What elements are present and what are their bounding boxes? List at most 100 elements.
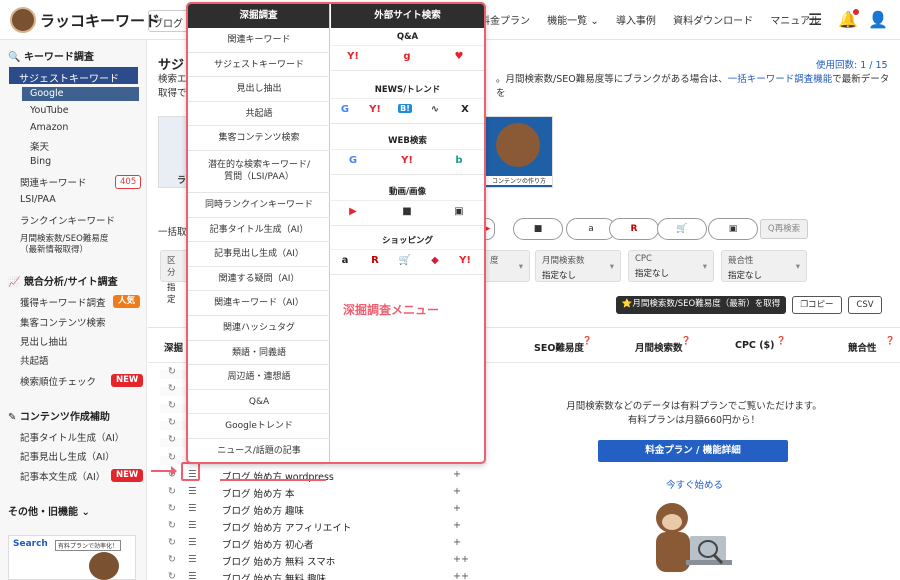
deep-dig-menu-icon[interactable]: ☰: [188, 537, 197, 548]
sidebar-item-content-search[interactable]: 集客コンテンツ検索: [20, 315, 106, 329]
header-search-input[interactable]: ブログ 始: [148, 10, 190, 32]
rescan-icon[interactable]: ↻: [168, 400, 176, 411]
keyword-link[interactable]: ブログ 始め方 アフィリエイト: [222, 520, 351, 534]
nav-features[interactable]: 機能一覧 ⌄: [547, 16, 599, 27]
sidebar-banner[interactable]: Search 有料プランで効率化！: [8, 535, 136, 580]
filter-difficulty[interactable]: 度 ▾: [483, 250, 530, 282]
deep-dig-item[interactable]: 集客コンテンツ検索: [188, 126, 330, 151]
deep-dig-item[interactable]: 類語・同義語: [188, 341, 330, 366]
col-seo-difficulty[interactable]: SEO難易度: [534, 340, 584, 354]
sidebar-item-title-ai[interactable]: 記事タイトル生成（AI）: [20, 430, 124, 444]
deep-dig-menu-icon[interactable]: ☰: [188, 554, 197, 565]
deep-dig-item[interactable]: Q&A: [188, 390, 330, 415]
video-search-button[interactable]: ■: [513, 218, 563, 240]
cart-icon[interactable]: 🛒: [395, 255, 415, 266]
deep-dig-menu-icon[interactable]: ☰: [188, 486, 197, 497]
rakuten-search-button[interactable]: R: [609, 218, 659, 240]
sidebar-section-other[interactable]: その他・旧機能 ⌄: [8, 503, 90, 518]
col-cpc[interactable]: CPC ($): [735, 340, 775, 351]
image-search-button[interactable]: ▣: [708, 218, 758, 240]
rescan-icon[interactable]: ↻: [168, 383, 176, 394]
shopping-search-button[interactable]: 🛒: [657, 218, 707, 240]
rescan-icon[interactable]: ↻: [168, 434, 176, 445]
deep-dig-item[interactable]: 関連する疑問（AI）: [188, 267, 330, 292]
deep-dig-menu-icon[interactable]: ☰: [188, 503, 197, 514]
start-now-link[interactable]: 今すぐ始める: [666, 477, 723, 491]
help-icon[interactable]: ❓: [776, 336, 786, 345]
deep-dig-item[interactable]: Googleトレンド: [188, 414, 330, 439]
keyword-link[interactable]: ブログ 始め方 本: [222, 486, 295, 500]
youtube-icon[interactable]: ▶: [343, 206, 363, 217]
sidebar-sub-youtube[interactable]: YouTube: [30, 105, 69, 116]
pricing-detail-button[interactable]: 料金プラン / 機能詳細: [598, 440, 788, 462]
goo-icon[interactable]: g: [397, 51, 417, 62]
help-icon[interactable]: ❓: [681, 336, 691, 345]
deep-dig-item[interactable]: 関連キーワード: [188, 28, 330, 53]
mercari-icon[interactable]: ◆: [425, 255, 445, 266]
sidebar-item-rank-check[interactable]: 検索順位チェック: [20, 374, 96, 388]
rescan-icon[interactable]: ↻: [168, 537, 176, 548]
rescan-icon[interactable]: ↻: [168, 554, 176, 565]
help-icon[interactable]: ❓: [582, 336, 592, 345]
deep-dig-item[interactable]: 記事見出し生成（AI）: [188, 242, 330, 267]
filter-competition[interactable]: 競合性 指定なし ▾: [721, 250, 807, 282]
yahoo-news-icon[interactable]: Y!: [365, 104, 385, 115]
deep-dig-item-lsi-paa[interactable]: 潜在的な検索キーワード/質問（LSI/PAA）: [188, 151, 330, 193]
okwave-icon[interactable]: ♥: [449, 51, 469, 62]
bing-icon[interactable]: b: [449, 155, 469, 166]
sidebar-item-lsi[interactable]: LSI/PAA: [20, 194, 56, 205]
sidebar-sub-google[interactable]: Google: [22, 87, 139, 101]
deep-dig-menu-icon[interactable]: ☰: [188, 571, 197, 580]
rescan-icon[interactable]: ↻: [168, 452, 176, 463]
sidebar-sub-bing[interactable]: Bing: [30, 156, 51, 167]
deep-dig-item[interactable]: ニュース/話題の記事: [188, 439, 330, 462]
deep-dig-item[interactable]: 関連キーワード（AI）: [188, 291, 330, 316]
sidebar-item-cooccur[interactable]: 共起語: [20, 353, 49, 367]
hatena-icon[interactable]: B!: [398, 104, 412, 113]
fetch-latest-button[interactable]: ⭐月間検索数/SEO難易度（最新）を取得: [616, 296, 786, 314]
google-news-icon[interactable]: G: [335, 104, 355, 115]
rescan-icon[interactable]: ↻: [168, 366, 176, 377]
x-twitter-icon[interactable]: X: [455, 104, 475, 115]
nav-download[interactable]: 資料ダウンロード: [673, 16, 753, 27]
sidebar-sub-amazon[interactable]: Amazon: [30, 122, 68, 133]
sidebar-item-related[interactable]: 関連キーワード: [20, 175, 87, 189]
sidebar-item-suggest[interactable]: サジェストキーワード: [9, 67, 138, 85]
research-button[interactable]: Q再検索: [760, 219, 808, 239]
sidebar-item-rankin[interactable]: ランクインキーワード: [20, 213, 115, 227]
keyword-link[interactable]: ブログ 始め方 趣味: [222, 503, 304, 517]
deep-dig-item[interactable]: 関連ハッシュタグ: [188, 316, 330, 341]
deep-dig-menu-icon[interactable]: ☰: [188, 520, 197, 531]
deep-dig-item[interactable]: 見出し抽出: [188, 77, 330, 102]
rakko-logo-icon[interactable]: [10, 7, 36, 33]
filter-volume[interactable]: 月間検索数 指定なし ▾: [535, 250, 621, 282]
yahoo-chiebukuro-icon[interactable]: Y!: [343, 51, 363, 62]
menu-icon[interactable]: ☰: [808, 10, 822, 30]
col-volume[interactable]: 月間検索数: [635, 340, 683, 354]
sidebar-item-heading-ai[interactable]: 記事見出し生成（AI）: [20, 449, 115, 463]
rescan-icon[interactable]: ↻: [168, 571, 176, 580]
rescan-icon[interactable]: ↻: [168, 486, 176, 497]
rescan-icon[interactable]: ↻: [168, 417, 176, 428]
sidebar-sub-rakuten[interactable]: 楽天: [30, 139, 49, 153]
filter-cpc[interactable]: CPC 指定なし ▾: [628, 250, 714, 282]
csv-button[interactable]: CSV: [848, 296, 882, 314]
banner-thumbnail-right[interactable]: コンテンツの作り方: [485, 116, 553, 188]
yahoo-search-icon[interactable]: Y!: [397, 155, 417, 166]
deep-dig-item[interactable]: 共起語: [188, 102, 330, 127]
google-search-icon[interactable]: G: [343, 155, 363, 166]
rescan-icon[interactable]: ↻: [168, 520, 176, 531]
nav-cases[interactable]: 導入事例: [616, 16, 656, 27]
deep-dig-item[interactable]: 同時ランクインキーワード: [188, 193, 330, 218]
amazon-icon[interactable]: a: [335, 255, 355, 266]
deep-dig-item[interactable]: 周辺語・連想語: [188, 365, 330, 390]
col-competition[interactable]: 競合性: [848, 340, 877, 354]
video-camera-icon[interactable]: ■: [397, 206, 417, 217]
keyword-link[interactable]: ブログ 始め方 無料 スマホ: [222, 554, 335, 568]
logo-text[interactable]: ラッコキーワード: [40, 10, 160, 31]
user-icon[interactable]: 👤: [868, 10, 888, 30]
nav-pricing[interactable]: 料金プラン: [480, 16, 530, 27]
deep-dig-item[interactable]: 記事タイトル生成（AI）: [188, 218, 330, 243]
bulk-search-link[interactable]: 一括キーワード調査機能: [728, 74, 833, 85]
sidebar-item-acquired[interactable]: 獲得キーワード調査: [20, 295, 106, 309]
